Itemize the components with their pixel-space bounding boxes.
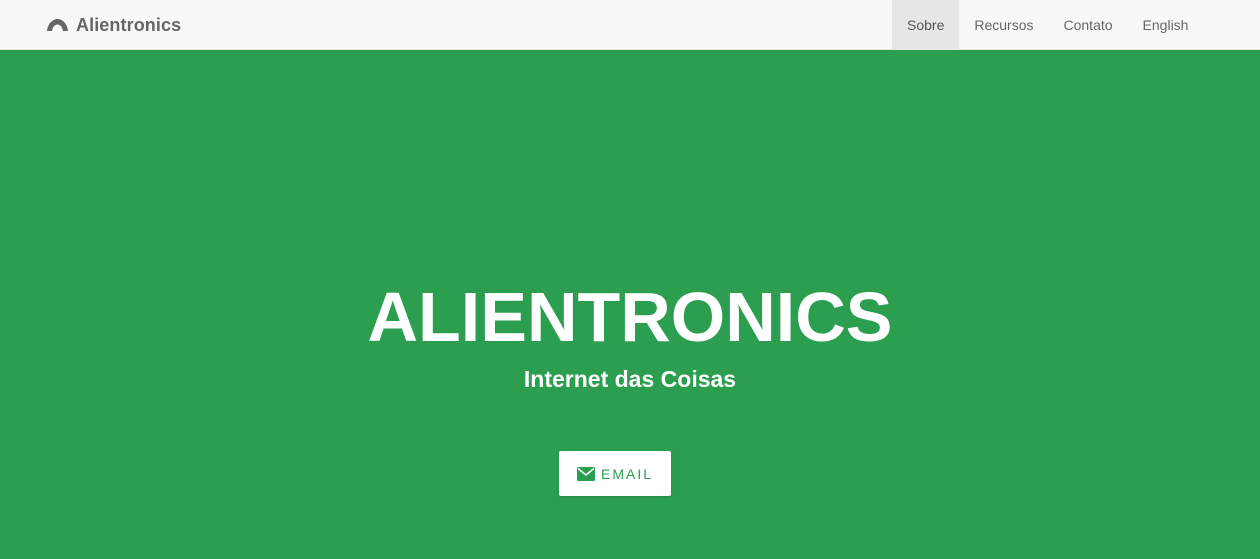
nav-item-sobre[interactable]: Sobre bbox=[892, 0, 960, 50]
hero-title: ALIENTRONICS bbox=[367, 278, 893, 356]
brand-link[interactable]: Alientronics bbox=[46, 0, 181, 50]
top-navbar: Alientronics Sobre Recursos Contato Engl… bbox=[0, 0, 1260, 50]
cloud-arc-icon bbox=[47, 19, 68, 31]
nav-item-english[interactable]: English bbox=[1128, 0, 1204, 50]
hero-section: ALIENTRONICS Internet das Coisas EMAIL bbox=[0, 50, 1260, 559]
nav-item-recursos[interactable]: Recursos bbox=[959, 0, 1048, 50]
brand-name: Alientronics bbox=[76, 14, 182, 35]
email-button-label: EMAIL bbox=[600, 465, 653, 482]
envelope-icon bbox=[576, 466, 595, 481]
nav-item-contato[interactable]: Contato bbox=[1049, 0, 1128, 50]
nav-menu: Sobre Recursos Contato English bbox=[892, 0, 1203, 50]
hero-subtitle: Internet das Coisas bbox=[523, 366, 737, 392]
email-button[interactable]: EMAIL bbox=[559, 451, 671, 496]
